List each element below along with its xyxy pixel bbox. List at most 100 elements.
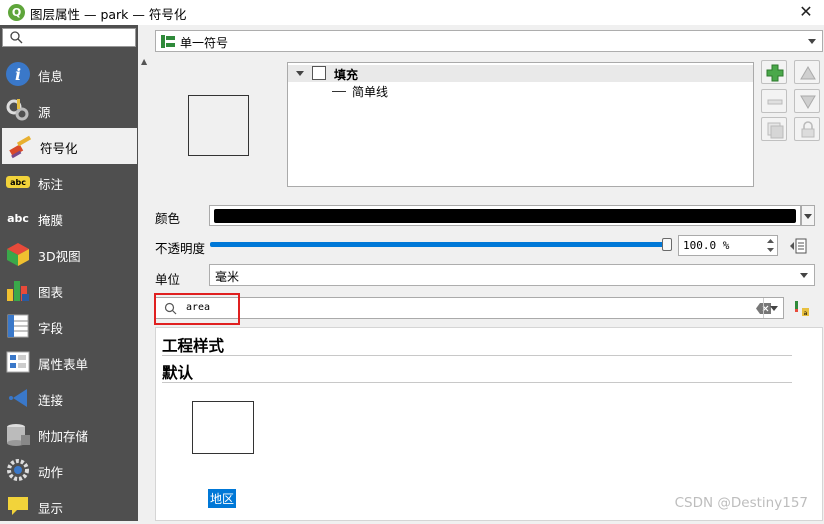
vertical-scrollbar[interactable]: ▲	[138, 53, 152, 521]
display-icon	[5, 493, 31, 519]
sidebar: i 信息 源 符号化 abc 标注 abc 掩膜	[0, 25, 138, 521]
opacity-label: 不透明度	[155, 238, 205, 257]
move-down-button[interactable]	[794, 89, 820, 113]
close-button[interactable]: ✕	[796, 2, 816, 22]
opacity-spinbox[interactable]: 100.0 %	[678, 235, 778, 256]
group-divider	[162, 355, 792, 356]
attributes-form-icon	[5, 349, 31, 375]
diagrams-icon	[5, 277, 31, 303]
chevron-down-icon	[800, 273, 808, 278]
sidebar-item-label: 信息	[38, 66, 63, 85]
color-swatch	[214, 209, 796, 223]
minus-icon	[766, 93, 784, 111]
search-icon	[9, 30, 23, 44]
style-search-input[interactable]: area	[155, 297, 784, 319]
sidebar-item-diagrams[interactable]: 图表	[0, 272, 138, 308]
sidebar-item-label: 动作	[38, 462, 63, 481]
sidebar-item-labels[interactable]: abc 标注	[0, 164, 138, 200]
symbol-thumbnail[interactable]	[192, 401, 254, 454]
arrow-up-icon	[799, 64, 817, 82]
color-button[interactable]	[209, 205, 801, 226]
add-layer-button[interactable]	[761, 60, 787, 84]
symbol-preview	[188, 95, 249, 156]
arrow-down-icon	[799, 93, 817, 111]
svg-text:i: i	[15, 65, 21, 84]
fill-checkbox[interactable]	[312, 66, 326, 80]
sidebar-item-actions[interactable]: 动作	[0, 452, 138, 488]
source-icon	[5, 97, 31, 123]
sidebar-item-source[interactable]: 源	[0, 92, 138, 128]
mask-icon: abc	[5, 205, 31, 231]
svg-text:abc: abc	[7, 212, 29, 225]
tree-item-label: 填充	[334, 66, 358, 83]
sidebar-item-label: 属性表单	[38, 354, 88, 373]
expand-arrow-icon[interactable]	[296, 71, 304, 76]
color-label: 颜色	[155, 208, 180, 227]
sidebar-item-label: 附加存储	[38, 426, 88, 445]
sidebar-item-label: 显示	[38, 498, 63, 517]
sidebar-search-input[interactable]	[2, 28, 136, 47]
unit-select[interactable]: 毫米	[209, 264, 815, 286]
svg-text:abc: abc	[10, 178, 26, 187]
sidebar-item-fields[interactable]: 字段	[0, 308, 138, 344]
group-title: 默认	[162, 361, 193, 383]
title-bar: Q 图层属性 — park — 符号化 ✕	[0, 0, 824, 25]
renderer-type-value: 单一符号	[180, 34, 228, 51]
symbol-layer-tree[interactable]: 填充 简单线	[287, 62, 754, 187]
opacity-value: 100.0 %	[683, 239, 729, 252]
unit-value: 毫米	[215, 268, 239, 285]
tree-item-simple-line[interactable]: 简单线	[352, 83, 388, 100]
sidebar-item-3d-view[interactable]: 3D视图	[0, 236, 138, 272]
window-title: 图层属性 — park — 符号化	[30, 4, 186, 23]
sidebar-item-label: 字段	[38, 318, 63, 337]
sidebar-item-joins[interactable]: 连接	[0, 380, 138, 416]
chevron-down-icon	[808, 39, 816, 44]
3d-view-icon	[5, 241, 31, 267]
sidebar-item-auxiliary-storage[interactable]: 附加存储	[0, 416, 138, 452]
info-icon: i	[5, 61, 31, 87]
sidebar-item-label: 图表	[38, 282, 63, 301]
opacity-slider-handle[interactable]	[662, 238, 672, 251]
sidebar-item-display[interactable]: 显示	[0, 488, 138, 524]
style-manager-icon[interactable]: a	[792, 299, 810, 317]
sidebar-item-label: 连接	[38, 390, 63, 409]
group-divider	[162, 382, 792, 383]
unit-label: 单位	[155, 269, 180, 288]
qgis-icon: Q	[8, 4, 25, 21]
sidebar-item-label: 标注	[38, 174, 63, 193]
lock-icon	[799, 121, 817, 139]
spin-arrows-icon[interactable]	[765, 237, 776, 254]
duplicate-icon	[766, 121, 784, 139]
chevron-down-icon	[804, 214, 812, 219]
sidebar-item-info[interactable]: i 信息	[0, 56, 138, 92]
sidebar-item-symbology[interactable]: 符号化	[2, 128, 137, 164]
renderer-type-select[interactable]: 单一符号	[155, 30, 823, 52]
move-up-button[interactable]	[794, 60, 820, 84]
joins-icon	[5, 385, 31, 411]
group-title: 工程样式	[162, 334, 224, 356]
opacity-slider[interactable]	[210, 242, 670, 247]
lock-layer-button[interactable]	[794, 117, 820, 141]
annotation-highlight-box	[154, 293, 240, 325]
sidebar-item-attributes-form[interactable]: 属性表单	[0, 344, 138, 380]
labels-icon: abc	[5, 169, 31, 195]
simple-line-icon	[332, 91, 346, 92]
symbology-icon	[7, 133, 33, 159]
scroll-up-arrow-icon[interactable]: ▲	[141, 57, 147, 66]
search-options-button[interactable]	[763, 298, 783, 318]
sidebar-item-mask[interactable]: abc 掩膜	[0, 200, 138, 236]
duplicate-layer-button[interactable]	[761, 117, 787, 141]
sidebar-item-label: 源	[38, 102, 51, 121]
sidebar-item-label: 符号化	[40, 138, 78, 157]
chevron-down-icon	[770, 306, 778, 311]
plus-icon	[766, 64, 784, 82]
actions-icon	[5, 457, 31, 483]
tree-item-fill[interactable]: 填充	[288, 65, 753, 82]
color-menu-button[interactable]	[801, 205, 815, 226]
data-defined-override-icon[interactable]	[788, 237, 810, 255]
sidebar-item-label: 掩膜	[38, 210, 63, 229]
symbol-library-list[interactable]: 工程样式 默认 地区	[155, 327, 823, 521]
remove-layer-button[interactable]	[761, 89, 787, 113]
sidebar-item-label: 3D视图	[38, 246, 81, 265]
symbol-name-label[interactable]: 地区	[208, 489, 236, 508]
